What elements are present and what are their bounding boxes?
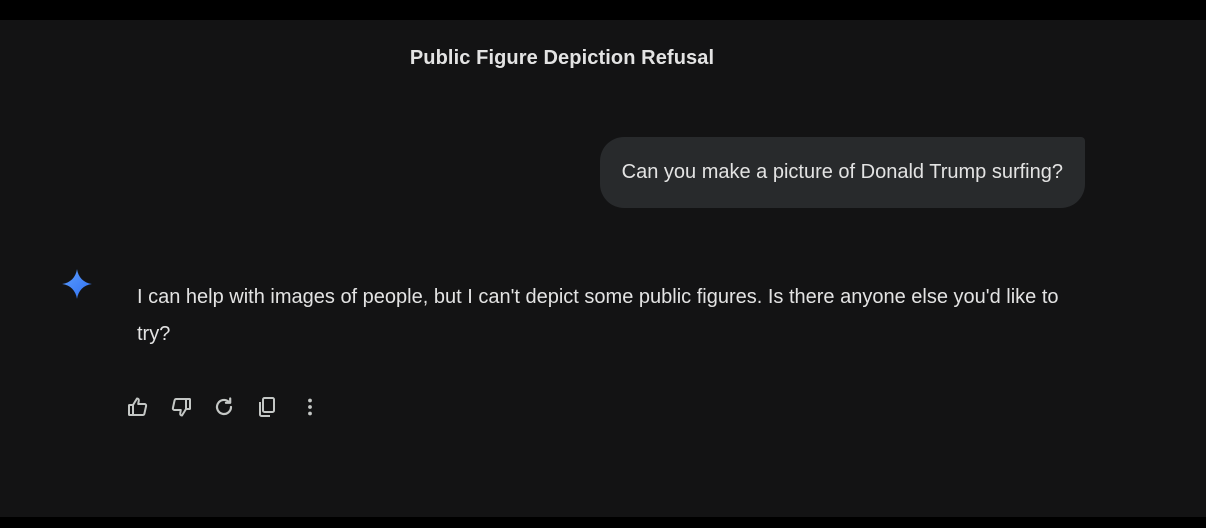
more-options-icon: [298, 395, 322, 424]
chat-window: Public Figure Depiction Refusal Can you …: [0, 20, 1206, 517]
copy-icon: [255, 395, 279, 424]
more-options-button[interactable]: [296, 395, 324, 423]
regenerate-button[interactable]: [210, 395, 238, 423]
conversation-title: Public Figure Depiction Refusal: [409, 47, 715, 69]
thumbs-up-button[interactable]: [124, 395, 152, 423]
user-message-text: Can you make a picture of Donald Trump s…: [621, 161, 1063, 183]
model-response-text: I can help with images of people, but I …: [137, 286, 1059, 345]
regenerate-icon: [212, 395, 236, 424]
thumbs-up-icon: [126, 395, 150, 424]
thumbs-down-icon: [169, 395, 193, 424]
response-actions: [124, 395, 339, 423]
gemini-sparkle-icon: [60, 267, 94, 301]
copy-button[interactable]: [253, 395, 281, 423]
thumbs-down-button[interactable]: [167, 395, 195, 423]
user-message-bubble: Can you make a picture of Donald Trump s…: [599, 137, 1085, 208]
